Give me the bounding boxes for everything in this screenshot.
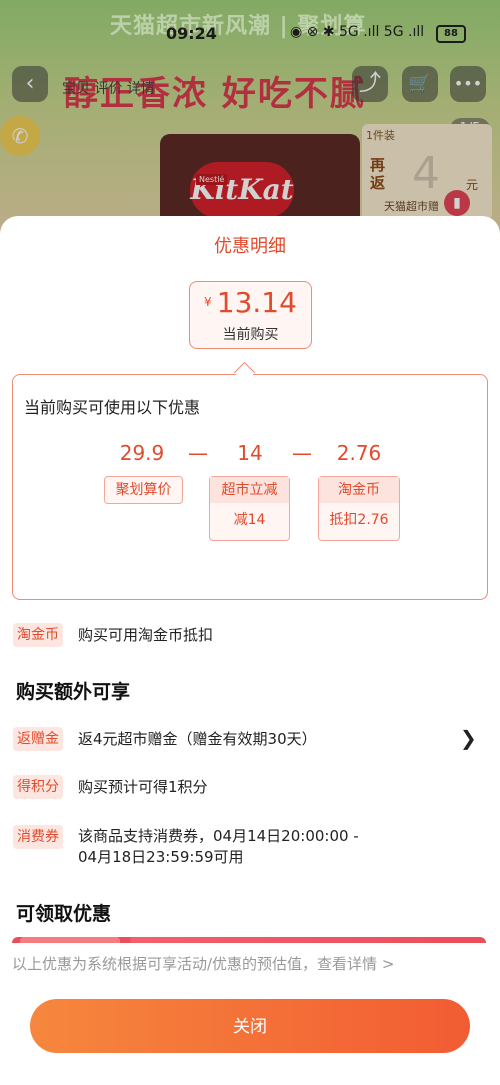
coin-text: 购买可用淘金币抵扣 bbox=[78, 626, 214, 644]
close-button[interactable]: 关闭 bbox=[30, 999, 470, 1053]
overlay-dim[interactable] bbox=[0, 0, 500, 240]
calc-tag-label: 超市立减 bbox=[210, 477, 289, 503]
calc-value: 2.76 bbox=[336, 441, 382, 465]
rebate-tag: 返赠金 bbox=[13, 727, 63, 751]
calc-value: 29.9 bbox=[119, 441, 165, 465]
calc-heading: 当前购买可使用以下优惠 bbox=[24, 398, 201, 417]
minus-operator: — bbox=[292, 441, 312, 465]
voucher-text-line1: 该商品支持消费券，04月14日20:00:00 - bbox=[78, 827, 359, 845]
coin-tag: 淘金币 bbox=[13, 623, 63, 647]
calc-tag-sub: 抵扣2.76 bbox=[329, 512, 389, 528]
price-value: 13.14 bbox=[216, 286, 297, 319]
rebate-text[interactable]: 返4元超市赠金（赠金有效期30天） bbox=[78, 729, 317, 749]
calc-tag-supermarket: 超市立减 减14 bbox=[209, 476, 290, 541]
estimate-note-link[interactable]: 以上优惠为系统根据可享活动/优惠的预估值，查看详情 > bbox=[12, 953, 394, 974]
current-price-box: ¥ 13.14 当前购买 bbox=[189, 281, 312, 349]
calc-tag-juhuasuan: 聚划算价 bbox=[104, 476, 183, 504]
points-text: 购买预计可得1积分 bbox=[78, 778, 208, 796]
claimable-coupons-title: 可领取优惠 bbox=[16, 903, 112, 925]
voucher-tag: 消费券 bbox=[13, 825, 63, 849]
calc-tag-sub: 减14 bbox=[233, 512, 266, 528]
current-price: ¥ 13.14 bbox=[190, 286, 311, 319]
points-tag: 得积分 bbox=[13, 775, 63, 799]
extra-benefits-title: 购买额外可享 bbox=[16, 681, 131, 703]
minus-operator: — bbox=[188, 441, 208, 465]
currency-symbol: ¥ bbox=[204, 295, 212, 309]
calc-tag-label: 淘金币 bbox=[319, 477, 399, 503]
price-label: 当前购买 bbox=[222, 327, 279, 343]
calc-value: 14 bbox=[237, 441, 263, 465]
calc-tag-label: 聚划算价 bbox=[115, 482, 172, 498]
calc-tag-taojinbi: 淘金币 抵扣2.76 bbox=[318, 476, 400, 541]
sheet-title: 优惠明细 bbox=[214, 236, 286, 257]
chevron-right-icon[interactable]: ❯ bbox=[460, 726, 477, 750]
voucher-text-line2: 04月18日23:59:59可用 bbox=[78, 848, 244, 866]
